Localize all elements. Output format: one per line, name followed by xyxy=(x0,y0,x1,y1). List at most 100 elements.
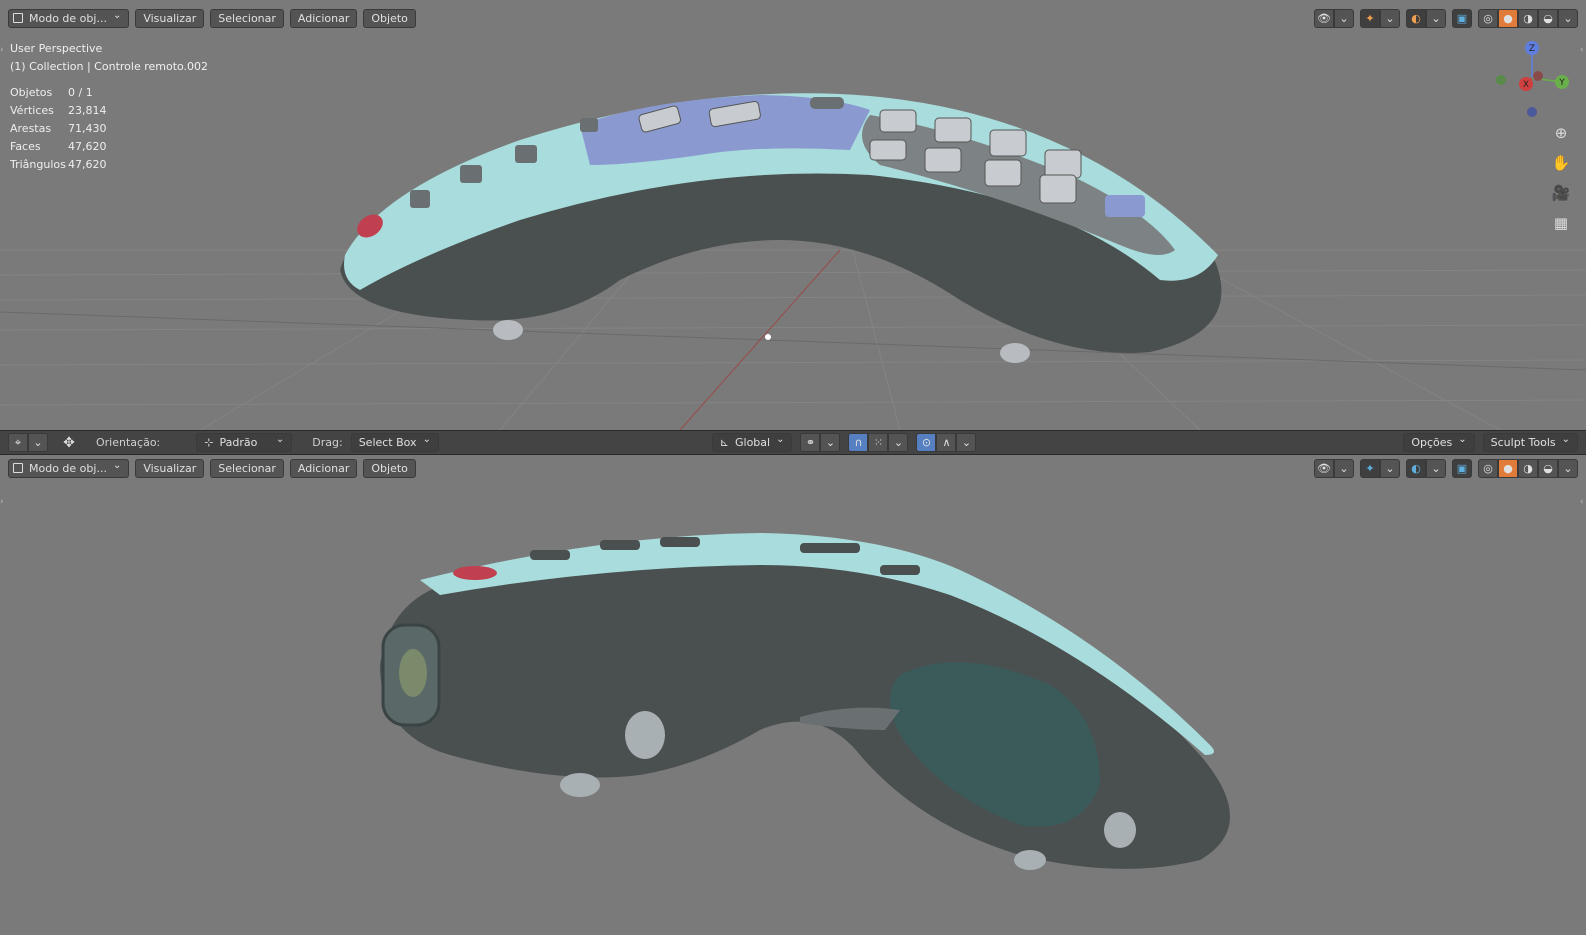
left-expand-arrow[interactable]: › xyxy=(0,497,6,507)
shading-dropdown-icon[interactable]: ⌄ xyxy=(1558,8,1578,28)
pivot-dropdown-icon[interactable]: ⌄ xyxy=(820,433,841,452)
move-icon[interactable]: ✥ xyxy=(56,433,82,453)
pan-hand-icon[interactable]: ✋ xyxy=(1550,152,1572,174)
menu-select[interactable]: Selecionar xyxy=(210,8,284,28)
grid-floor xyxy=(0,239,1586,430)
tool-dropdown-icon[interactable]: ⌄ xyxy=(28,433,48,452)
orientation-select[interactable]: ⊹ Padrão xyxy=(196,433,293,452)
right-expand-arrow[interactable]: ‹ xyxy=(1580,497,1586,507)
menu-object[interactable]: Objeto xyxy=(363,458,416,478)
mode-select[interactable]: Modo de obj... xyxy=(8,8,130,28)
overlay-icon[interactable]: ◐ xyxy=(1406,458,1426,478)
sculpt-tools-button[interactable]: Sculpt Tools xyxy=(1482,433,1578,452)
stat-value: 0 / 1 xyxy=(68,86,93,99)
axis-gizmo[interactable]: Z Y X xyxy=(1494,40,1574,120)
neg-x-axis-icon[interactable] xyxy=(1533,71,1543,81)
gizmo-icon[interactable]: ✦ xyxy=(1360,8,1380,28)
object-mode-icon xyxy=(13,463,23,473)
mode-select[interactable]: Modo de obj... xyxy=(8,458,130,478)
gizmo-dropdown-icon[interactable]: ⌄ xyxy=(1380,8,1400,28)
left-expand-arrow[interactable]: › xyxy=(0,45,6,55)
scene-stats: Objetos 0 / 1 Vértices 23,814 Arestas 71,43… xyxy=(10,84,107,174)
overlay-dropdown-icon[interactable]: ⌄ xyxy=(1426,458,1446,478)
neg-z-axis-icon[interactable] xyxy=(1527,107,1537,117)
orientation-value: Padrão xyxy=(219,436,258,449)
snap-grid-icon[interactable]: ⁙ xyxy=(868,433,889,452)
bottom-scene xyxy=(380,533,1230,870)
pivot-icon[interactable]: ⚭ xyxy=(800,433,821,452)
x-axis-line xyxy=(0,311,1586,371)
visibility-dropdown-icon[interactable]: ⌄ xyxy=(1334,8,1354,28)
options-button[interactable]: Opções xyxy=(1403,433,1475,452)
tool-icon[interactable]: ⌖ xyxy=(8,433,28,452)
right-expand-arrow[interactable]: ‹ xyxy=(1580,45,1586,55)
visibility-icon[interactable]: 👁 xyxy=(1314,8,1334,28)
gizmo-icon[interactable]: ✦ xyxy=(1360,458,1380,478)
gizmo-dropdown-icon[interactable]: ⌄ xyxy=(1380,458,1400,478)
camera-icon[interactable]: 🎥 xyxy=(1550,182,1572,204)
wireframe-shading-icon[interactable]: ◎ xyxy=(1478,458,1498,478)
stat-label: Objetos xyxy=(10,86,53,99)
overlay-icon[interactable]: ◐ xyxy=(1406,8,1426,28)
x-axis-label: X xyxy=(1523,80,1529,90)
neg-y-axis-icon[interactable] xyxy=(1496,75,1506,85)
collection-info: (1) Collection | Controle remoto.002 xyxy=(10,60,209,73)
stat-row: Faces 47,620 xyxy=(10,138,107,156)
visibility-icon[interactable]: 👁 xyxy=(1314,458,1334,478)
falloff-icon[interactable]: ∧ xyxy=(936,433,957,452)
sculpt-tools-label: Sculpt Tools xyxy=(1490,436,1556,449)
mode-label: Modo de obj... xyxy=(29,461,107,475)
stat-value: 23,814 xyxy=(68,104,107,117)
mode-label: Modo de obj... xyxy=(29,11,107,25)
object-mode-icon xyxy=(13,13,23,23)
viewport-info: User Perspective (1) Collection | Contro… xyxy=(10,40,208,76)
remote-model-top[interactable] xyxy=(340,93,1222,363)
grid-ortho-icon[interactable]: ▦ xyxy=(1550,212,1572,234)
transform-value: Global xyxy=(734,436,771,449)
z-axis-label: Z xyxy=(1529,44,1535,54)
shading-dropdown-icon[interactable]: ⌄ xyxy=(1558,458,1578,478)
wireframe-shading-icon[interactable]: ◎ xyxy=(1478,8,1498,28)
view-name: User Perspective xyxy=(10,42,103,55)
material-shading-icon[interactable]: ◑ xyxy=(1518,458,1538,478)
zoom-icon[interactable]: ⊕ xyxy=(1550,122,1572,144)
solid-shading-icon[interactable]: ● xyxy=(1498,458,1518,478)
snap-dropdown-icon[interactable]: ⌄ xyxy=(888,433,909,452)
snap-magnet-icon[interactable]: ∩ xyxy=(848,433,869,452)
menu-add[interactable]: Adicionar xyxy=(289,8,358,28)
navigation-controls: ⊕ ✋ 🎥 ▦ xyxy=(1550,122,1572,234)
stat-row: Triângulos 47,620 xyxy=(10,156,107,174)
visibility-dropdown-icon[interactable]: ⌄ xyxy=(1334,458,1354,478)
y-axis-label: Y xyxy=(1558,78,1565,88)
overlay-dropdown-icon[interactable]: ⌄ xyxy=(1426,8,1446,28)
rendered-shading-icon[interactable]: ◒ xyxy=(1538,458,1558,478)
stat-value: 71,430 xyxy=(68,122,107,135)
menu-object[interactable]: Objeto xyxy=(363,8,416,28)
bottom-3d-viewport[interactable]: Modo de obj... Visualizar Selecionar Adi… xyxy=(0,455,1586,935)
rendered-shading-icon[interactable]: ◒ xyxy=(1538,8,1558,28)
falloff-dropdown-icon[interactable]: ⌄ xyxy=(956,433,977,452)
menu-add[interactable]: Adicionar xyxy=(289,458,358,478)
stat-row: Objetos 0 / 1 xyxy=(10,84,107,102)
stat-value: 47,620 xyxy=(68,140,107,153)
proportional-edit-icon[interactable]: ⊙ xyxy=(916,433,937,452)
bottom-viewport-header: Modo de obj... Visualizar Selecionar Adi… xyxy=(0,455,1586,481)
stat-row: Arestas 71,430 xyxy=(10,120,107,138)
drag-select[interactable]: Select Box xyxy=(350,433,439,452)
top-3d-viewport[interactable]: Modo de obj... Visualizar Selecionar Adi… xyxy=(0,0,1586,430)
menu-select[interactable]: Selecionar xyxy=(210,458,284,478)
xray-icon[interactable]: ▣ xyxy=(1452,458,1472,478)
stat-label: Faces xyxy=(10,140,41,153)
menu-view[interactable]: Visualizar xyxy=(135,458,205,478)
xray-icon[interactable]: ▣ xyxy=(1452,8,1472,28)
material-shading-icon[interactable]: ◑ xyxy=(1518,8,1538,28)
options-label: Opções xyxy=(1411,436,1453,449)
transform-orientation-select[interactable]: ⊾ Global xyxy=(711,433,793,452)
drag-label: Drag: xyxy=(312,436,343,449)
remote-model-bottom[interactable] xyxy=(380,533,1230,870)
menu-view[interactable]: Visualizar xyxy=(135,8,205,28)
solid-shading-icon[interactable]: ● xyxy=(1498,8,1518,28)
orientation-icon: ⊹ xyxy=(204,436,214,449)
stat-label: Vértices xyxy=(10,104,54,117)
top-scene xyxy=(0,93,1586,430)
